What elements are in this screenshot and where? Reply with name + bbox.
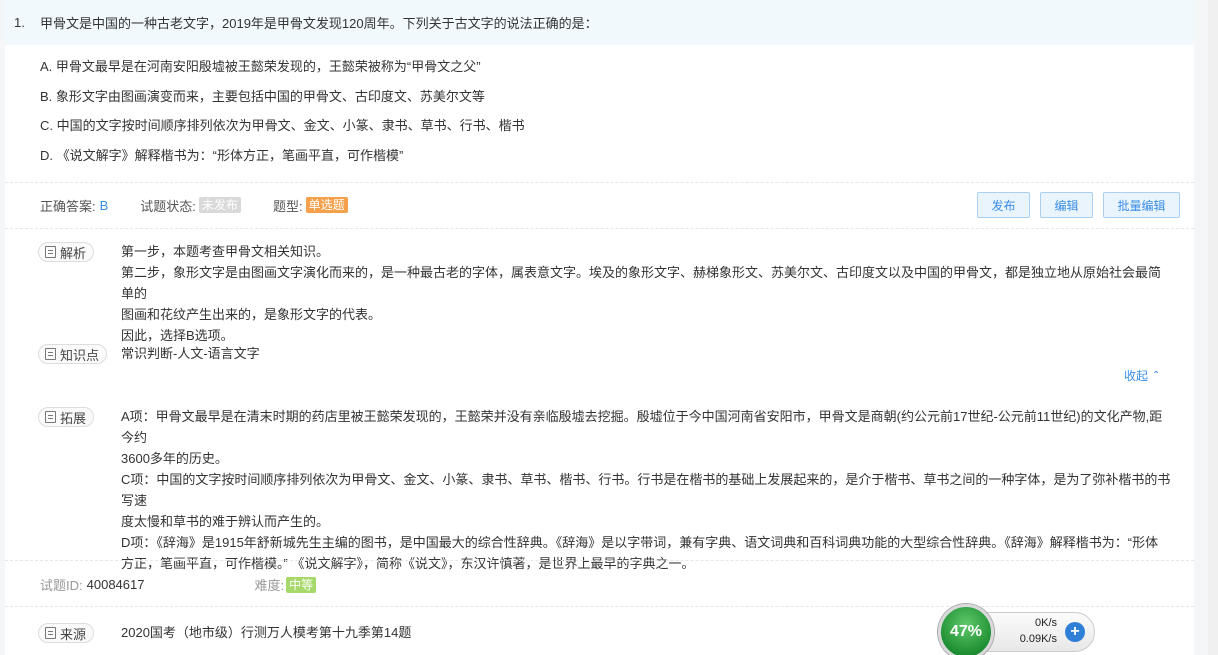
extension-tag: 拓展 [38, 407, 94, 427]
collapse-label: 收起 [1124, 367, 1148, 384]
meta-row: 正确答案: B 试题状态: 未发布 题型: 单选题 发布 编辑 批量编辑 [40, 192, 1180, 218]
footer-meta: 试题ID: 40084617 难度: 中等 [40, 575, 316, 594]
extension-line: 方正，笔画平直，可作楷模。” 《说文解字》，简称《说文》，东汉许慎著，是世界上最… [121, 553, 1171, 574]
answer-label: 正确答案: [40, 196, 96, 215]
type-label: 题型: [273, 196, 303, 215]
analysis-tag: 解析 [38, 242, 94, 262]
analysis-text: 第一步，本题考查甲骨文相关知识。 第二步，象形文字是由图画文字演化而来的，是一种… [121, 241, 1171, 346]
answer-value: B [100, 198, 109, 213]
difficulty-badge: 中等 [286, 577, 316, 593]
book-icon [45, 348, 56, 360]
extension-tag-label: 拓展 [60, 408, 86, 427]
knowledge-value: 常识判断-人文-语言文字 [121, 343, 1171, 364]
options-list: A. 甲骨文最早是在河南安阳殷墟被王懿荣发现的，王懿荣被称为“甲骨文之父” B.… [40, 57, 525, 175]
document-icon [45, 246, 56, 258]
action-buttons: 发布 编辑 批量编辑 [977, 192, 1180, 218]
difficulty-label: 难度: [254, 575, 284, 594]
option-d: D. 《说文解字》解释楷书为：“形体方正，笔画平直，可作楷模” [40, 146, 525, 176]
option-c: C. 中国的文字按时间顺序排列依次为甲骨文、金文、小篆、隶书、草书、行书、楷书 [40, 116, 525, 146]
publish-button[interactable]: 发布 [977, 192, 1030, 218]
batch-edit-button[interactable]: 批量编辑 [1103, 192, 1180, 218]
upload-speed: 0K/s [1001, 617, 1057, 629]
network-speed-panel: 🢁 0K/s 🢃 0.09K/s + [978, 612, 1095, 652]
knowledge-tag: 知识点 [38, 344, 107, 364]
option-b: B. 象形文字由图画演变而来，主要包括中国的甲骨文、古印度文、苏美尔文等 [40, 87, 525, 117]
edit-button[interactable]: 编辑 [1040, 192, 1093, 218]
status-badge: 未发布 [199, 197, 241, 213]
status-label: 试题状态: [140, 196, 196, 215]
type-badge: 单选题 [306, 197, 348, 213]
extension-line: D项：《辞海》是1915年舒新城先生主编的图书，是中国最大的综合性辞典。《辞海》… [121, 532, 1171, 553]
question-card: 1. 甲骨文是中国的一种古老文字，2019年是甲骨文发现120周年。下列关于古文… [5, 0, 1194, 655]
chevron-up-icon: ⌃ [1152, 370, 1160, 381]
document-icon [45, 627, 56, 639]
source-tag-label: 来源 [60, 624, 86, 643]
divider [5, 182, 1194, 183]
source-tag: 来源 [38, 623, 94, 643]
question-stem: 甲骨文是中国的一种古老文字，2019年是甲骨文发现120周年。下列关于古文字的说… [40, 13, 598, 32]
question-id-label: 试题ID: [40, 575, 83, 594]
network-speed-widget[interactable]: 🢁 0K/s 🢃 0.09K/s + 47% [938, 604, 1095, 655]
analysis-line: 第一步，本题考查甲骨文相关知识。 [121, 241, 1171, 262]
analysis-tag-label: 解析 [60, 243, 86, 262]
divider [5, 228, 1194, 229]
question-header: 1. 甲骨文是中国的一种古老文字，2019年是甲骨文发现120周年。下列关于古文… [5, 0, 1194, 45]
extension-line: C项：中国的文字按时间顺序排列依次为甲骨文、金文、小篆、隶书、草书、楷书、行书。… [121, 469, 1171, 511]
option-a: A. 甲骨文最早是在河南安阳殷墟被王懿荣发现的，王懿荣被称为“甲骨文之父” [40, 57, 525, 87]
scrollbar[interactable] [1208, 0, 1218, 655]
question-id-value: 40084617 [87, 577, 145, 592]
analysis-line: 第二步，象形文字是由图画文字演化而来的，是一种最古老的字体，属表意文字。埃及的象… [121, 262, 1171, 304]
extension-line: 3600多年的历史。 [121, 448, 1171, 469]
analysis-line: 图画和花纹产生出来的，是象形文字的代表。 [121, 304, 1171, 325]
extension-line: 度太慢和草书的难于辨认而产生的。 [121, 511, 1171, 532]
extension-line: A项：甲骨文最早是在清末时期的药店里被王懿荣发现的，王懿荣并没有亲临殷墟去挖掘。… [121, 406, 1171, 448]
plus-icon[interactable]: + [1065, 622, 1085, 642]
download-speed: 0.09K/s [1001, 633, 1057, 645]
knowledge-tag-label: 知识点 [60, 345, 99, 364]
extension-text: A项：甲骨文最早是在清末时期的药店里被王懿荣发现的，王懿荣并没有亲临殷墟去挖掘。… [121, 406, 1171, 574]
document-icon [45, 411, 56, 423]
memory-usage-indicator[interactable]: 47% [938, 604, 994, 655]
question-number: 1. [14, 15, 40, 30]
divider [5, 560, 1194, 561]
collapse-toggle[interactable]: 收起 ⌃ [1124, 367, 1160, 384]
